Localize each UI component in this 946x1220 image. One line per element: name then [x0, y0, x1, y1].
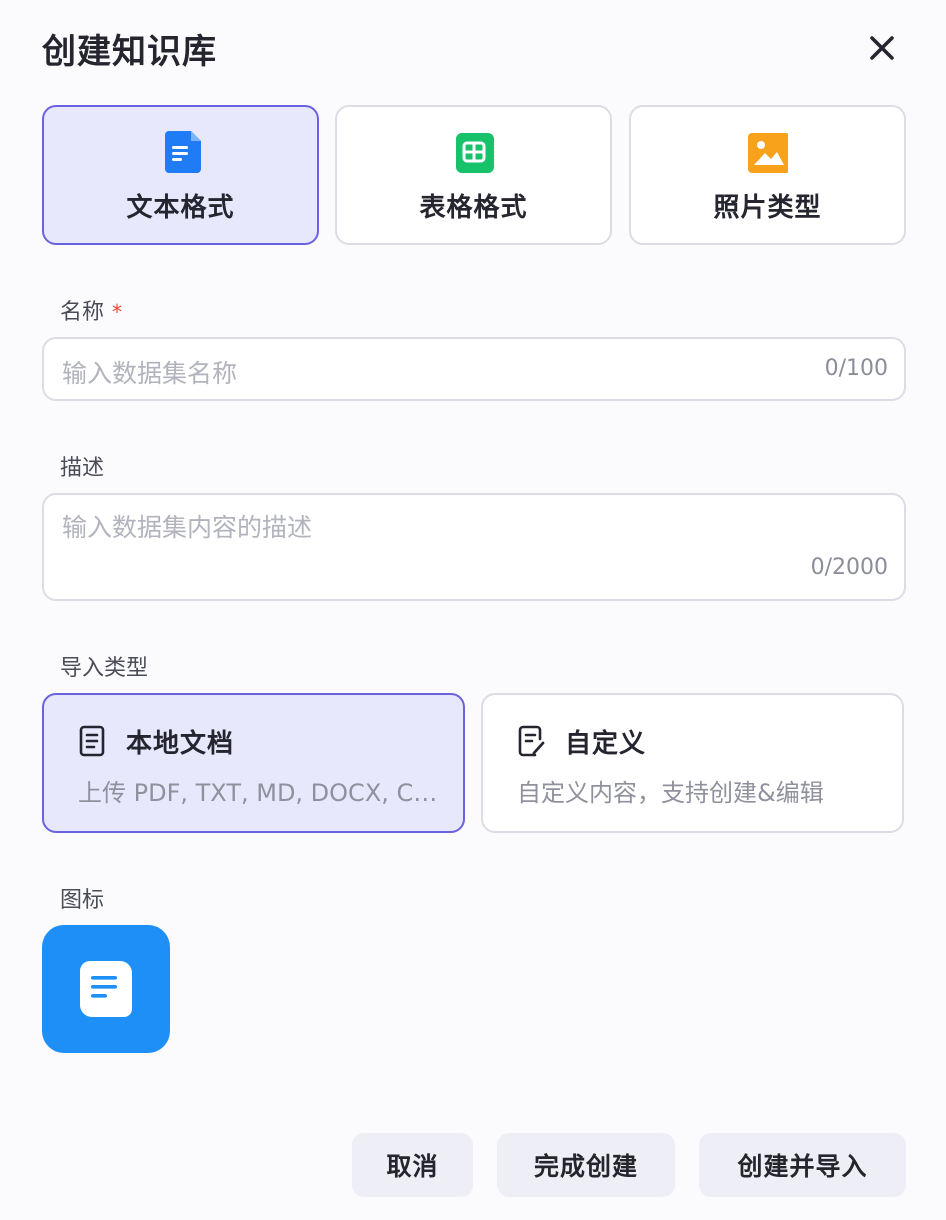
icon-label: 图标: [60, 888, 105, 913]
format-text-card[interactable]: 文本格式: [42, 105, 319, 245]
format-table-label: 表格格式: [419, 193, 528, 223]
import-type-label: 导入类型: [60, 656, 149, 681]
description-label: 描述: [60, 456, 105, 481]
table-icon: [455, 133, 494, 173]
close-button[interactable]: [862, 28, 902, 68]
description-input-placeholder: 输入数据集内容的描述: [62, 513, 313, 542]
document-icon: [79, 725, 105, 757]
name-label: 名称 *: [60, 294, 122, 326]
import-custom-desc: 自定义内容，支持创建&编辑: [517, 779, 824, 807]
format-image-card[interactable]: 照片类型: [629, 105, 906, 245]
import-custom-card[interactable]: 自定义 自定义内容，支持创建&编辑: [481, 693, 904, 833]
format-selector: 文本格式 表格格式 照片类型: [42, 105, 906, 245]
edit-document-icon: [518, 725, 545, 757]
required-mark: *: [112, 300, 123, 324]
import-custom-title: 自定义: [565, 729, 647, 759]
text-doc-icon: [164, 131, 201, 173]
name-input[interactable]: 输入数据集名称 0/100: [42, 337, 906, 401]
image-icon: [747, 133, 788, 173]
description-char-counter: 0/2000: [810, 555, 888, 580]
description-input[interactable]: 输入数据集内容的描述 0/2000: [42, 493, 906, 601]
format-image-label: 照片类型: [713, 193, 822, 223]
format-text-label: 文本格式: [126, 193, 235, 223]
import-local-document-title: 本地文档: [126, 729, 235, 759]
close-icon: [870, 36, 894, 60]
name-char-counter: 0/100: [824, 356, 888, 381]
format-table-card[interactable]: 表格格式: [335, 105, 612, 245]
import-local-document-desc: 上传 PDF, TXT, MD, DOCX, CSV 格式的文件: [78, 779, 438, 807]
doc-icon: [80, 961, 132, 1017]
finish-create-button[interactable]: 完成创建: [497, 1133, 675, 1197]
name-input-placeholder: 输入数据集名称: [62, 359, 238, 388]
create-and-import-button[interactable]: 创建并导入: [699, 1133, 906, 1197]
cancel-button[interactable]: 取消: [352, 1133, 473, 1197]
import-local-document-card[interactable]: 本地文档 上传 PDF, TXT, MD, DOCX, CSV 格式的文件: [42, 693, 465, 833]
name-label-text: 名称: [60, 300, 105, 325]
dialog-title: 创建知识库: [42, 32, 217, 72]
dataset-icon-picker[interactable]: [42, 925, 170, 1053]
